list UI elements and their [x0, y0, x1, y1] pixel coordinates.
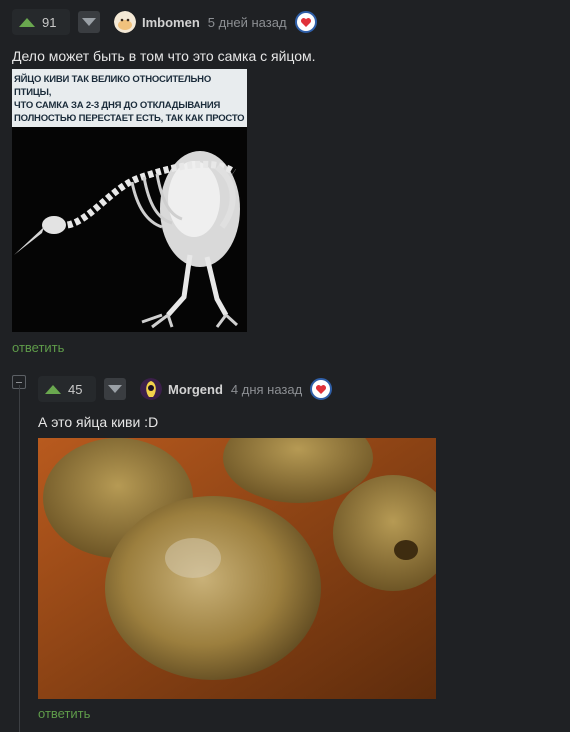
kiwi-fruits-photo [38, 438, 436, 699]
timestamp: 5 дней назад [207, 14, 287, 30]
comment-text: Дело может быть в том что это самка с яй… [12, 48, 316, 64]
heart-badge-icon[interactable] [310, 378, 333, 400]
comment-header: 45 Morgend 4 дня назад [38, 375, 333, 403]
upvote-button[interactable] [12, 9, 42, 35]
vote-box: 91 [12, 9, 70, 35]
heart-badge-icon[interactable] [294, 11, 317, 33]
kiwi-xray-image: ЯЙЦО КИВИ ТАК ВЕЛИКО ОТНОСИТЕЛЬНО ПТИЦЫ,… [12, 69, 247, 332]
minus-icon [16, 381, 22, 383]
comment-score: 91 [42, 14, 57, 30]
upvote-button[interactable] [38, 376, 68, 402]
arrow-up-icon [19, 17, 35, 27]
reply-link[interactable]: ответить [12, 340, 64, 355]
comment-text: А это яйца киви :D [38, 414, 159, 430]
comment-score: 45 [68, 381, 83, 397]
arrow-down-icon [82, 18, 96, 26]
reply-link[interactable]: ответить [38, 706, 90, 721]
arrow-up-icon [45, 384, 61, 394]
avatar[interactable] [114, 11, 136, 33]
vote-box: 45 [38, 376, 96, 402]
kiwi-skeleton-illustration [12, 127, 247, 332]
comment-header: 91 Imbomen 5 дней назад [12, 8, 317, 36]
arrow-down-icon [108, 385, 122, 393]
downvote-button[interactable] [104, 378, 126, 400]
downvote-button[interactable] [78, 11, 100, 33]
username[interactable]: Imbomen [142, 15, 200, 30]
username[interactable]: Morgend [168, 382, 223, 397]
avatar[interactable] [140, 378, 162, 400]
timestamp: 4 дня назад [230, 381, 303, 397]
image-caption-panel: ЯЙЦО КИВИ ТАК ВЕЛИКО ОТНОСИТЕЛЬНО ПТИЦЫ,… [12, 69, 247, 137]
thread-line[interactable] [19, 385, 20, 732]
